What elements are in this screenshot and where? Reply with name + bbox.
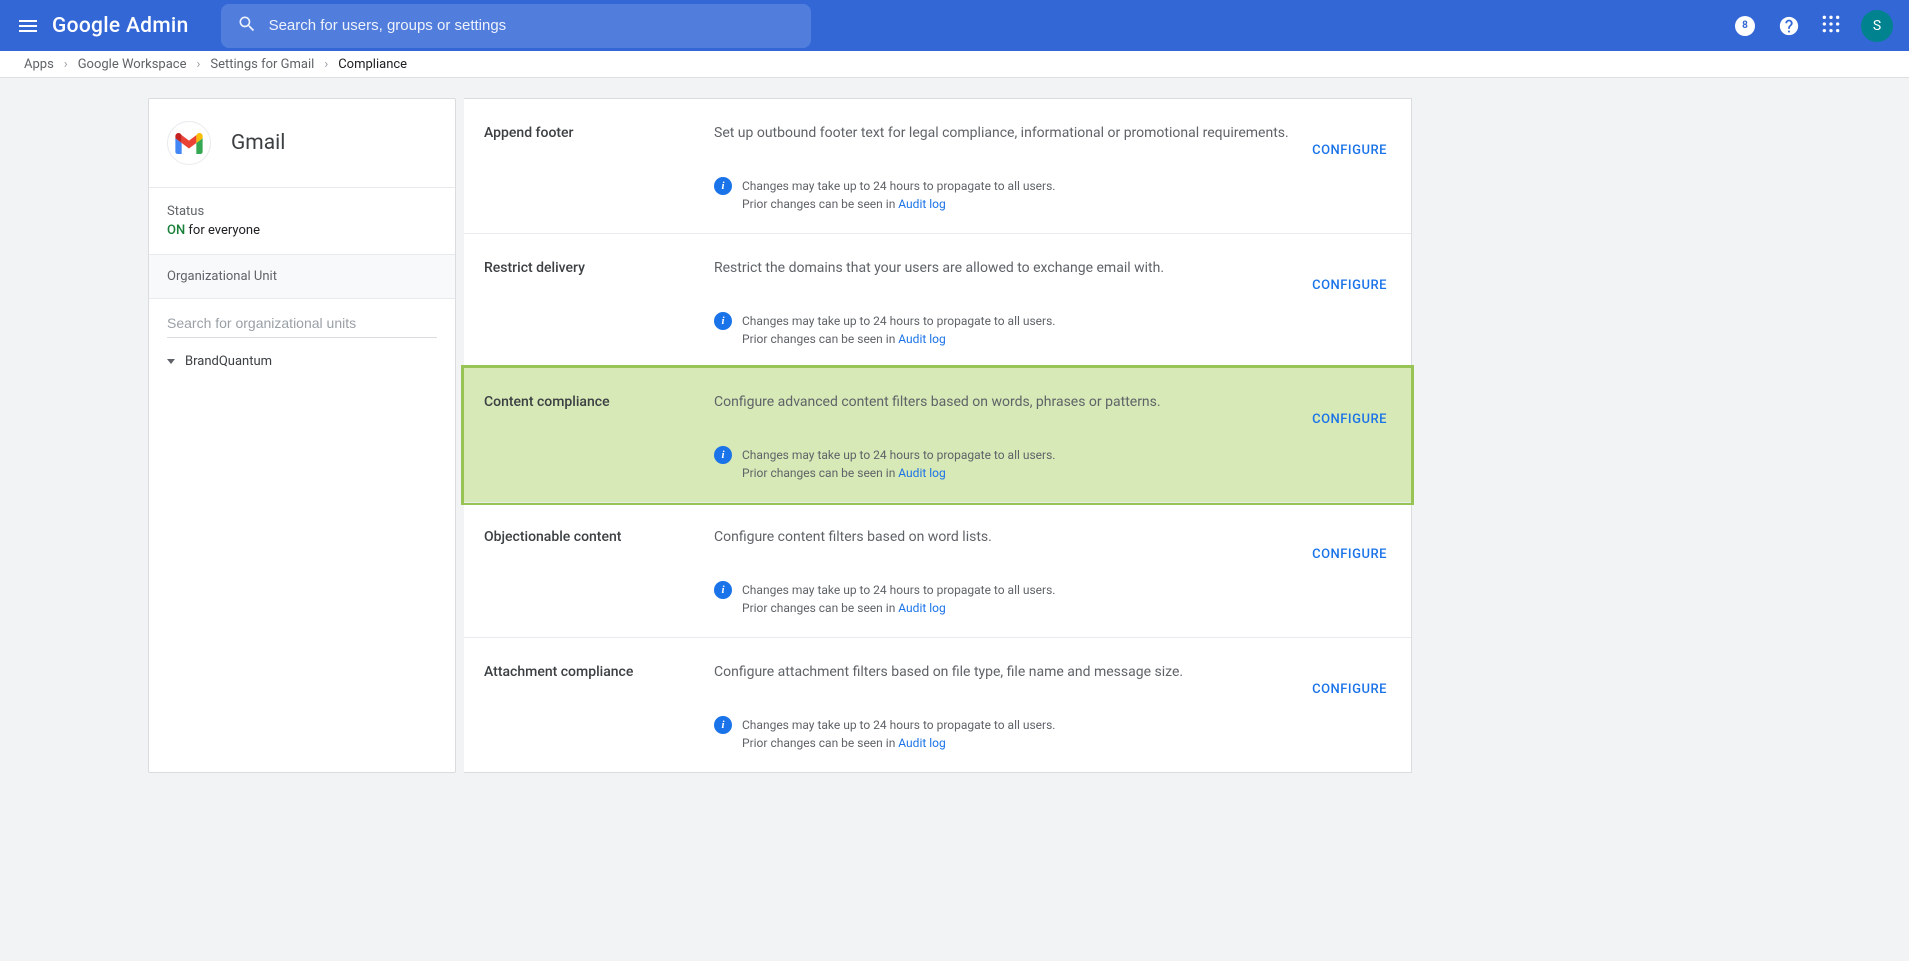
audit-log-link[interactable]: Audit log — [898, 601, 945, 615]
section-description: Configure attachment filters based on fi… — [714, 664, 1391, 680]
configure-button[interactable]: CONFIGURE — [1312, 547, 1387, 562]
info-text: Changes may take up to 24 hours to propa… — [742, 312, 1055, 348]
breadcrumb-apps[interactable]: Apps — [24, 57, 54, 72]
chevron-right-icon: › — [324, 57, 328, 72]
audit-log-link[interactable]: Audit log — [898, 197, 945, 211]
section-title: Append footer — [484, 125, 714, 141]
configure-button[interactable]: CONFIGURE — [1312, 682, 1387, 697]
section-title: Attachment compliance — [484, 664, 714, 680]
ou-item[interactable]: BrandQuantum — [149, 344, 455, 379]
menu-icon[interactable] — [16, 14, 40, 38]
setting-section: Append footer Set up outbound footer tex… — [464, 99, 1411, 233]
section-title: Restrict delivery — [484, 260, 714, 276]
search-icon — [237, 14, 257, 38]
breadcrumb-gmail-settings[interactable]: Settings for Gmail — [210, 57, 314, 72]
section-description: Restrict the domains that your users are… — [714, 260, 1391, 276]
avatar[interactable]: S — [1861, 10, 1893, 42]
info-icon: i — [714, 312, 732, 330]
setting-section: Content compliance Configure advanced co… — [461, 365, 1414, 505]
info-icon: i — [714, 716, 732, 734]
info-text: Changes may take up to 24 hours to propa… — [742, 581, 1055, 617]
chevron-right-icon: › — [197, 57, 201, 72]
sidebar: Gmail Status ON for everyone Organizatio… — [148, 98, 456, 773]
audit-log-link[interactable]: Audit log — [898, 332, 945, 346]
setting-section: Attachment compliance Configure attachme… — [464, 637, 1411, 772]
setting-section: Objectionable content Configure content … — [464, 502, 1411, 637]
info-icon: i — [714, 446, 732, 464]
apps-icon[interactable] — [1821, 14, 1841, 38]
ou-search-input[interactable] — [167, 309, 437, 338]
setting-section: Restrict delivery Restrict the domains t… — [464, 233, 1411, 368]
help-icon[interactable] — [1777, 14, 1801, 38]
caret-down-icon — [167, 359, 175, 364]
section-description: Set up outbound footer text for legal co… — [714, 125, 1391, 141]
status-label: Status — [167, 204, 437, 219]
ou-header: Organizational Unit — [149, 255, 455, 299]
audit-log-link[interactable]: Audit log — [898, 466, 945, 480]
search-box[interactable] — [221, 4, 811, 48]
info-text: Changes may take up to 24 hours to propa… — [742, 177, 1055, 213]
breadcrumb: Apps › Google Workspace › Settings for G… — [0, 51, 1909, 78]
section-description: Configure advanced content filters based… — [714, 394, 1391, 410]
configure-button[interactable]: CONFIGURE — [1312, 412, 1387, 427]
info-icon: i — [714, 177, 732, 195]
sidebar-title: Gmail — [231, 131, 285, 155]
notification-badge[interactable]: 8 — [1733, 14, 1757, 38]
chevron-right-icon: › — [64, 57, 68, 72]
info-icon: i — [714, 581, 732, 599]
app-header: Google Admin 8 S — [0, 0, 1909, 51]
configure-button[interactable]: CONFIGURE — [1312, 143, 1387, 158]
settings-content: Append footer Set up outbound footer tex… — [464, 98, 1412, 773]
ou-item-label: BrandQuantum — [185, 354, 272, 369]
info-text: Changes may take up to 24 hours to propa… — [742, 446, 1055, 482]
breadcrumb-workspace[interactable]: Google Workspace — [78, 57, 187, 72]
search-input[interactable] — [269, 17, 795, 34]
section-description: Configure content filters based on word … — [714, 529, 1391, 545]
section-title: Content compliance — [484, 394, 714, 410]
status-value: ON for everyone — [167, 223, 437, 238]
section-title: Objectionable content — [484, 529, 714, 545]
breadcrumb-current: Compliance — [338, 57, 407, 72]
configure-button[interactable]: CONFIGURE — [1312, 278, 1387, 293]
gmail-icon — [167, 121, 211, 165]
logo[interactable]: Google Admin — [52, 14, 189, 38]
audit-log-link[interactable]: Audit log — [898, 736, 945, 750]
info-text: Changes may take up to 24 hours to propa… — [742, 716, 1055, 752]
